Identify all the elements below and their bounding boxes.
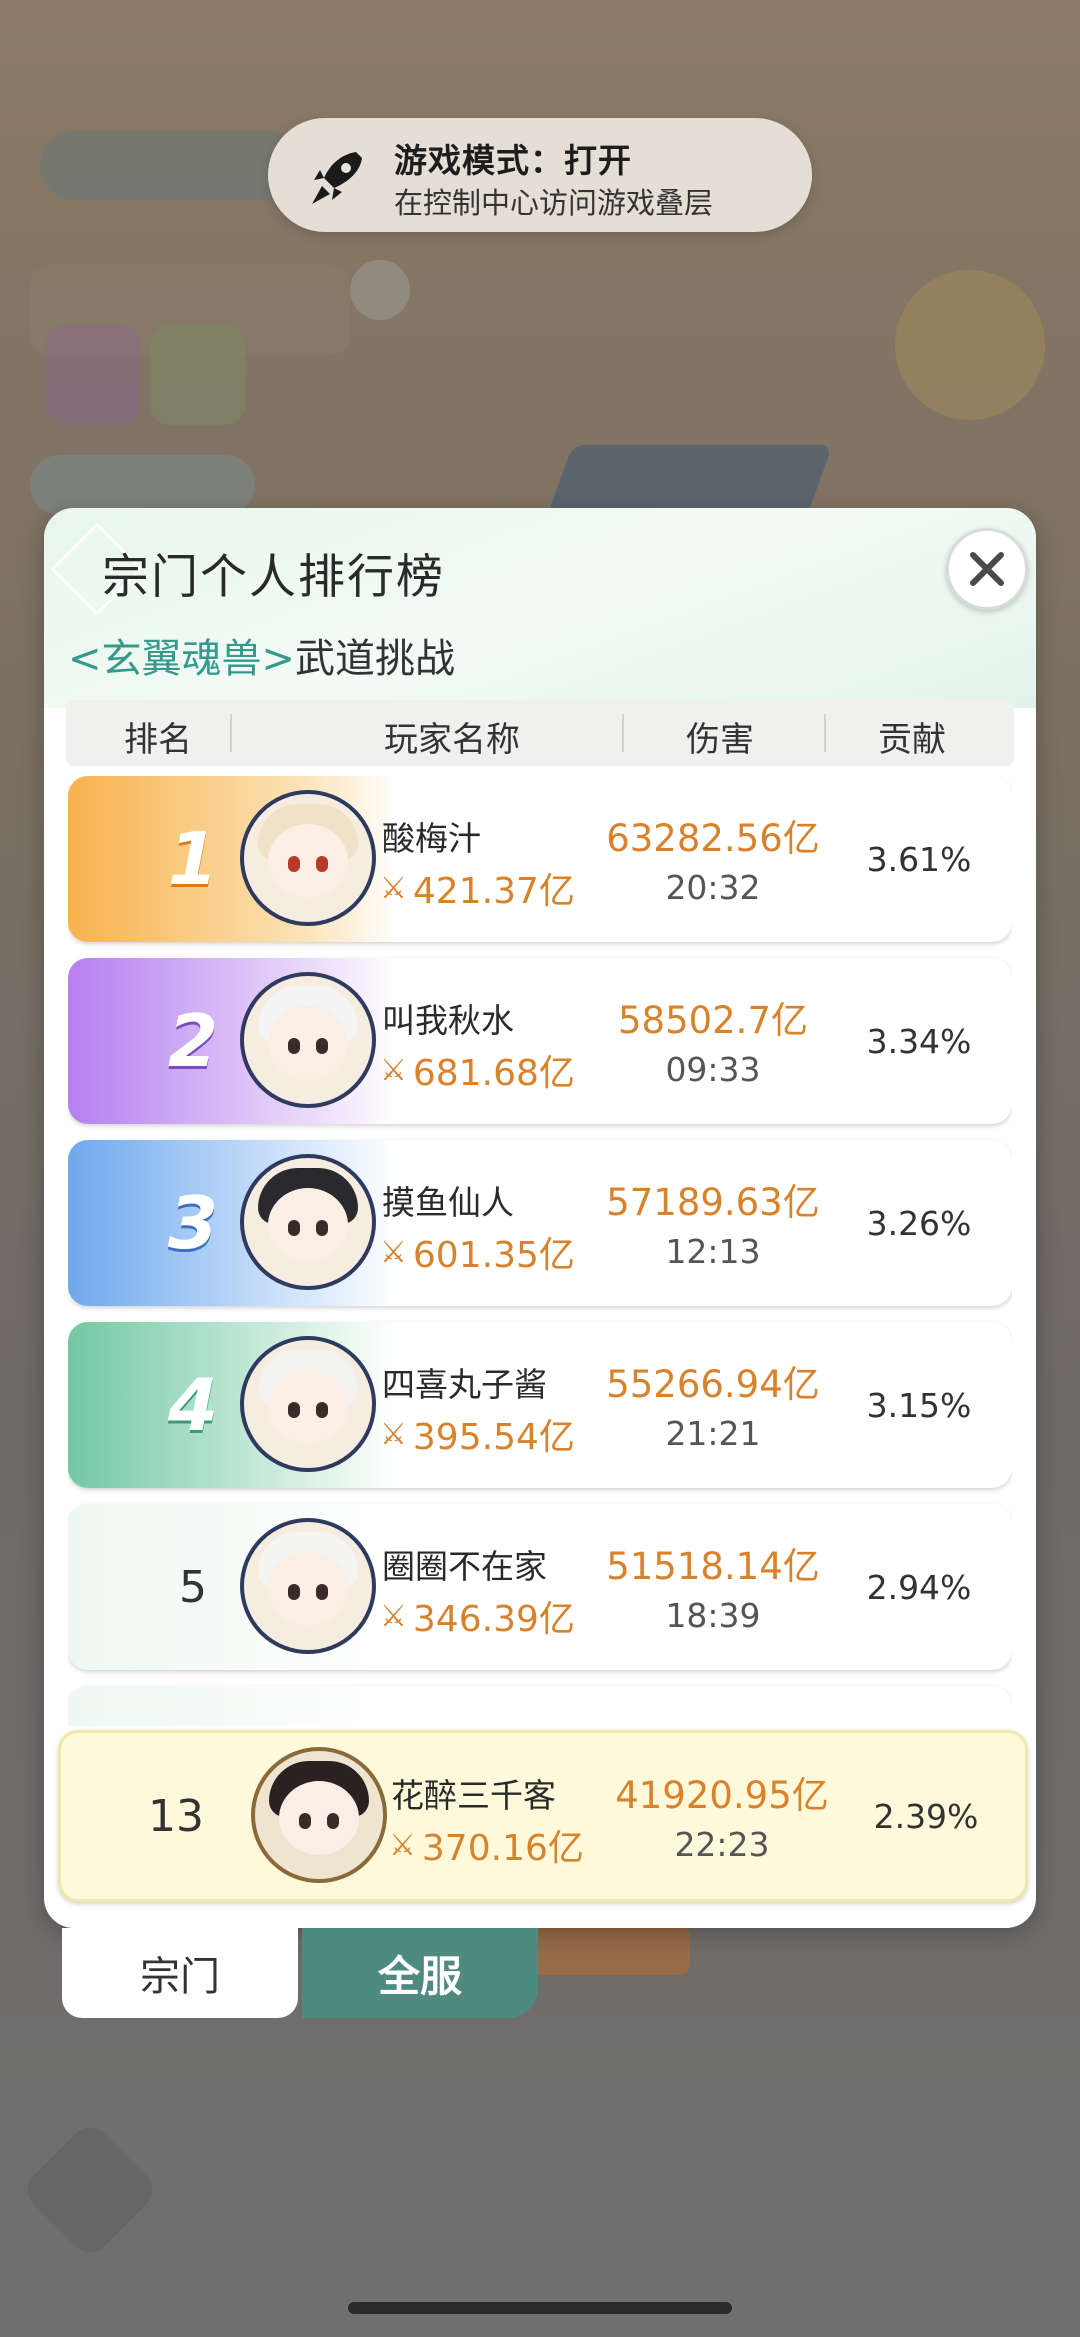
sword-icon: ⚔ bbox=[380, 1598, 407, 1634]
power-value: ⚔ 421.37亿 bbox=[380, 862, 575, 914]
damage-value: 57189.63亿 bbox=[606, 1181, 820, 1224]
column-divider bbox=[824, 714, 826, 752]
column-divider bbox=[230, 714, 232, 752]
rank-number: 13 bbox=[148, 1790, 204, 1842]
power-text: 421.37亿 bbox=[412, 871, 575, 912]
rank-badge: 1 bbox=[167, 817, 219, 901]
close-button[interactable] bbox=[946, 528, 1028, 610]
contribution-value: 3.26% bbox=[866, 1204, 972, 1243]
damage-value: 58502.7亿 bbox=[617, 999, 808, 1042]
table-header: 排名 玩家名称 伤害 贡献 bbox=[66, 700, 1014, 766]
column-header-player: 玩家名称 bbox=[384, 720, 520, 760]
time-value: 22:23 bbox=[674, 1825, 770, 1864]
damage-value: 63282.56亿 bbox=[606, 817, 820, 860]
damage-value: 51518.14亿 bbox=[606, 1545, 820, 1588]
avatar[interactable] bbox=[240, 972, 376, 1108]
power-value: ⚔ 601.35亿 bbox=[380, 1226, 575, 1278]
close-icon bbox=[970, 552, 1004, 586]
background-element bbox=[895, 270, 1045, 420]
damage-value: 41920.95亿 bbox=[615, 1774, 829, 1817]
panel-subtitle: <玄翼魂兽>武道挑战 bbox=[68, 626, 455, 684]
power-text: 395.54亿 bbox=[412, 1417, 575, 1458]
background-element bbox=[45, 325, 140, 425]
my-ranking-row[interactable]: 13 花醉三千客 ⚔ 370.16亿 41920.95亿 22:23 2.39% bbox=[58, 1730, 1028, 1902]
panel-header: 宗门个人排行榜 <玄翼魂兽>武道挑战 bbox=[44, 508, 1036, 708]
table-row[interactable]: 3 摸鱼仙人 ⚔ 601.35亿 57189.63亿 12:13 3.26% bbox=[68, 1140, 1012, 1306]
column-header-rank: 排名 bbox=[124, 720, 192, 760]
player-name: 四喜丸子酱 bbox=[382, 1365, 547, 1404]
column-header-contribution: 贡献 bbox=[878, 720, 946, 760]
power-text: 681.68亿 bbox=[412, 1053, 575, 1094]
player-name: 摸鱼仙人 bbox=[382, 1183, 514, 1222]
panel-title: 宗门个人排行榜 bbox=[102, 550, 445, 605]
tab-all-server[interactable]: 全服 bbox=[302, 1928, 538, 2018]
rank-badge: 4 bbox=[167, 1363, 219, 1447]
column-header-damage: 伤害 bbox=[686, 720, 754, 760]
toast-title: 游戏模式：打开 bbox=[394, 141, 632, 180]
contribution-value: 2.39% bbox=[873, 1797, 979, 1836]
avatar[interactable] bbox=[240, 790, 376, 926]
tab-sect[interactable]: 宗门 bbox=[62, 1928, 298, 2018]
background-element bbox=[547, 445, 833, 515]
contribution-value: 3.61% bbox=[866, 840, 972, 879]
background-element bbox=[40, 130, 300, 200]
background-element bbox=[150, 325, 245, 425]
table-row[interactable]: 1 酸梅汁 ⚔ 421.37亿 63282.56亿 20:32 3.61% bbox=[68, 776, 1012, 942]
background-element bbox=[19, 2119, 161, 2261]
subtitle-tag: <玄翼魂兽> bbox=[68, 636, 296, 682]
table-row[interactable]: 2 叫我秋水 ⚔ 681.68亿 58502.7亿 09:33 3.34% bbox=[68, 958, 1012, 1124]
time-value: 18:39 bbox=[665, 1596, 761, 1635]
game-mode-toast[interactable]: 游戏模式：打开 在控制中心访问游戏叠层 bbox=[268, 118, 812, 232]
rocket-icon bbox=[312, 152, 362, 204]
column-divider bbox=[622, 714, 624, 752]
rank-background bbox=[68, 1686, 398, 1726]
time-value: 20:32 bbox=[665, 868, 761, 907]
time-value: 21:21 bbox=[665, 1414, 761, 1453]
player-name: 叫我秋水 bbox=[382, 1001, 514, 1040]
player-name: 酸梅汁 bbox=[382, 819, 481, 858]
player-name: 花醉三千客 bbox=[391, 1776, 556, 1815]
avatar[interactable] bbox=[240, 1154, 376, 1290]
ranking-list[interactable]: 1 酸梅汁 ⚔ 421.37亿 63282.56亿 20:32 3.61% 2 叫… bbox=[68, 776, 1012, 1726]
power-value: ⚔ 681.68亿 bbox=[380, 1044, 575, 1096]
leaderboard-panel: 宗门个人排行榜 <玄翼魂兽>武道挑战 排名 玩家名称 伤害 贡献 1 酸梅汁 ⚔… bbox=[44, 508, 1036, 1928]
sword-icon: ⚔ bbox=[380, 1234, 407, 1270]
toast-subtitle: 在控制中心访问游戏叠层 bbox=[394, 186, 714, 220]
table-row[interactable] bbox=[68, 1686, 1012, 1726]
table-row[interactable]: 4 四喜丸子酱 ⚔ 395.54亿 55266.94亿 21:21 3.15% bbox=[68, 1322, 1012, 1488]
power-value: ⚔ 346.39亿 bbox=[380, 1590, 575, 1642]
sword-icon: ⚔ bbox=[380, 870, 407, 906]
power-value: ⚔ 370.16亿 bbox=[389, 1819, 584, 1871]
rank-number: 5 bbox=[179, 1561, 207, 1613]
power-value: ⚔ 395.54亿 bbox=[380, 1408, 575, 1460]
power-text: 370.16亿 bbox=[421, 1828, 584, 1869]
background-element bbox=[30, 455, 255, 515]
contribution-value: 3.34% bbox=[866, 1022, 972, 1061]
rank-badge: 2 bbox=[167, 999, 219, 1083]
player-name: 圈圈不在家 bbox=[382, 1547, 547, 1586]
background-element bbox=[530, 1925, 690, 1975]
home-indicator[interactable] bbox=[348, 2302, 732, 2314]
damage-value: 55266.94亿 bbox=[606, 1363, 820, 1406]
avatar[interactable] bbox=[240, 1518, 376, 1654]
subtitle-text: 武道挑战 bbox=[295, 636, 456, 682]
avatar[interactable] bbox=[240, 1336, 376, 1472]
table-row[interactable]: 5 圈圈不在家 ⚔ 346.39亿 51518.14亿 18:39 2.94% bbox=[68, 1504, 1012, 1670]
sword-icon: ⚔ bbox=[380, 1416, 407, 1452]
contribution-value: 2.94% bbox=[866, 1568, 972, 1607]
power-text: 346.39亿 bbox=[412, 1599, 575, 1640]
power-text: 601.35亿 bbox=[412, 1235, 575, 1276]
rank-badge: 3 bbox=[167, 1181, 219, 1265]
background-element bbox=[350, 260, 410, 320]
time-value: 12:13 bbox=[665, 1232, 761, 1271]
sword-icon: ⚔ bbox=[389, 1827, 416, 1863]
avatar[interactable] bbox=[251, 1747, 387, 1883]
time-value: 09:33 bbox=[665, 1050, 761, 1089]
sword-icon: ⚔ bbox=[380, 1052, 407, 1088]
contribution-value: 3.15% bbox=[866, 1386, 972, 1425]
